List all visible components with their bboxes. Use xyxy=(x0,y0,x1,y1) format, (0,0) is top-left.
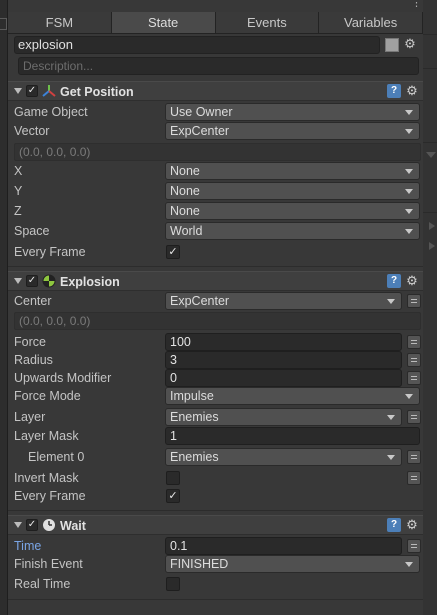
field-label-highlighted: Time xyxy=(14,539,42,553)
layer-mask-input[interactable]: 1 xyxy=(165,427,420,445)
field-label: Every Frame xyxy=(14,489,86,503)
variable-toggle-button[interactable] xyxy=(407,471,421,485)
clock-icon xyxy=(43,519,55,531)
field-label: Force Mode xyxy=(14,389,81,403)
field-label: Layer Mask xyxy=(14,429,79,443)
divider xyxy=(8,266,423,267)
field-label: Real Time xyxy=(14,577,71,591)
gear-icon[interactable]: ⚙ xyxy=(405,83,419,99)
field-label: Upwards Modifier xyxy=(14,371,112,385)
force-input[interactable]: 100 xyxy=(165,333,402,351)
variable-toggle-button[interactable] xyxy=(407,410,421,424)
action-enabled-checkbox[interactable]: ✓ xyxy=(26,85,38,97)
state-panel: FSM State Events Variables explosion ⚙ D… xyxy=(8,12,423,615)
playmaker-inspector: ⋮ FSM State Events Variables explosion ⚙… xyxy=(0,0,437,615)
field-label: Vector xyxy=(14,124,50,138)
time-input[interactable]: 0.1 xyxy=(165,537,402,555)
field-label: Y xyxy=(14,184,23,198)
field-label: X xyxy=(14,164,23,178)
invert-mask-checkbox[interactable] xyxy=(166,471,180,485)
field-label: Z xyxy=(14,204,22,218)
field-label: Center xyxy=(14,294,52,308)
transform-icon xyxy=(42,85,56,97)
panel-menu-icon[interactable]: ⋮ xyxy=(411,0,422,9)
foldout-arrow-icon[interactable] xyxy=(14,278,22,284)
force-mode-dropdown[interactable]: Impulse xyxy=(165,387,420,405)
foldout-arrow-icon[interactable] xyxy=(14,88,22,94)
finish-event-dropdown[interactable]: FINISHED xyxy=(165,555,420,573)
field-label: Game Object xyxy=(14,105,88,119)
action-header-explosion[interactable]: ✓ Explosion ? ⚙ xyxy=(8,271,423,291)
action-title: Explosion xyxy=(60,275,120,289)
action-header-wait[interactable]: ✓ Wait ? ⚙ xyxy=(8,515,423,535)
y-dropdown[interactable]: None xyxy=(165,182,420,200)
field-label: Space xyxy=(14,224,50,238)
field-label: Finish Event xyxy=(14,557,83,571)
field-label: Force xyxy=(14,335,46,349)
description-field[interactable]: Description... xyxy=(18,57,419,75)
tab-state[interactable]: State xyxy=(111,12,216,33)
tab-events[interactable]: Events xyxy=(215,12,320,33)
physics-icon xyxy=(42,274,56,288)
vector-readout: (0.0, 0.0, 0.0) xyxy=(14,143,421,161)
field-label: Element 0 xyxy=(28,450,85,464)
real-time-checkbox[interactable] xyxy=(166,577,180,591)
action-enabled-checkbox[interactable]: ✓ xyxy=(26,519,38,531)
vector-dropdown[interactable]: ExpCenter xyxy=(165,122,420,140)
action-header-get-position[interactable]: ✓ Get Position ? ⚙ xyxy=(8,81,423,101)
action-title: Get Position xyxy=(60,85,134,99)
state-color-swatch[interactable] xyxy=(385,38,399,52)
every-frame-checkbox[interactable]: ✓ xyxy=(166,245,180,259)
element-0-dropdown[interactable]: Enemies xyxy=(165,448,402,466)
tab-bar: FSM State Events Variables xyxy=(8,12,423,34)
x-dropdown[interactable]: None xyxy=(165,162,420,180)
variable-toggle-button[interactable] xyxy=(407,371,421,385)
help-icon[interactable]: ? xyxy=(387,84,401,98)
divider xyxy=(8,510,423,511)
field-label: Every Frame xyxy=(14,245,86,259)
divider xyxy=(8,599,423,600)
radius-input[interactable]: 3 xyxy=(165,351,402,369)
field-label: Radius xyxy=(14,353,53,367)
action-title: Wait xyxy=(60,519,86,533)
chevron-down-icon xyxy=(426,152,436,158)
field-label: Invert Mask xyxy=(14,471,79,485)
layer-dropdown[interactable]: Enemies xyxy=(165,408,402,426)
gear-icon[interactable]: ⚙ xyxy=(405,517,419,533)
every-frame-checkbox[interactable]: ✓ xyxy=(166,489,180,503)
tab-fsm[interactable]: FSM xyxy=(8,12,112,33)
variable-toggle-button[interactable] xyxy=(407,539,421,553)
variable-toggle-button[interactable] xyxy=(407,335,421,349)
left-panel-edge xyxy=(0,0,8,615)
gear-icon[interactable]: ⚙ xyxy=(405,273,419,289)
variable-toggle-button[interactable] xyxy=(407,294,421,308)
variable-toggle-button[interactable] xyxy=(407,353,421,367)
upwards-modifier-input[interactable]: 0 xyxy=(165,369,402,387)
state-name-input[interactable]: explosion xyxy=(14,36,380,54)
right-panel-edge xyxy=(423,0,437,615)
gear-icon[interactable]: ⚙ xyxy=(403,37,417,51)
space-dropdown[interactable]: World xyxy=(165,222,420,240)
tab-variables[interactable]: Variables xyxy=(319,12,423,33)
z-dropdown[interactable]: None xyxy=(165,202,420,220)
field-label: Layer xyxy=(14,410,46,424)
variable-toggle-button[interactable] xyxy=(407,450,421,464)
action-enabled-checkbox[interactable]: ✓ xyxy=(26,275,38,287)
help-icon[interactable]: ? xyxy=(387,518,401,532)
foldout-arrow-icon[interactable] xyxy=(14,522,22,528)
help-icon[interactable]: ? xyxy=(387,274,401,288)
center-readout: (0.0, 0.0, 0.0) xyxy=(14,312,421,330)
game-object-dropdown[interactable]: Use Owner xyxy=(165,103,420,121)
center-dropdown[interactable]: ExpCenter xyxy=(165,292,402,310)
